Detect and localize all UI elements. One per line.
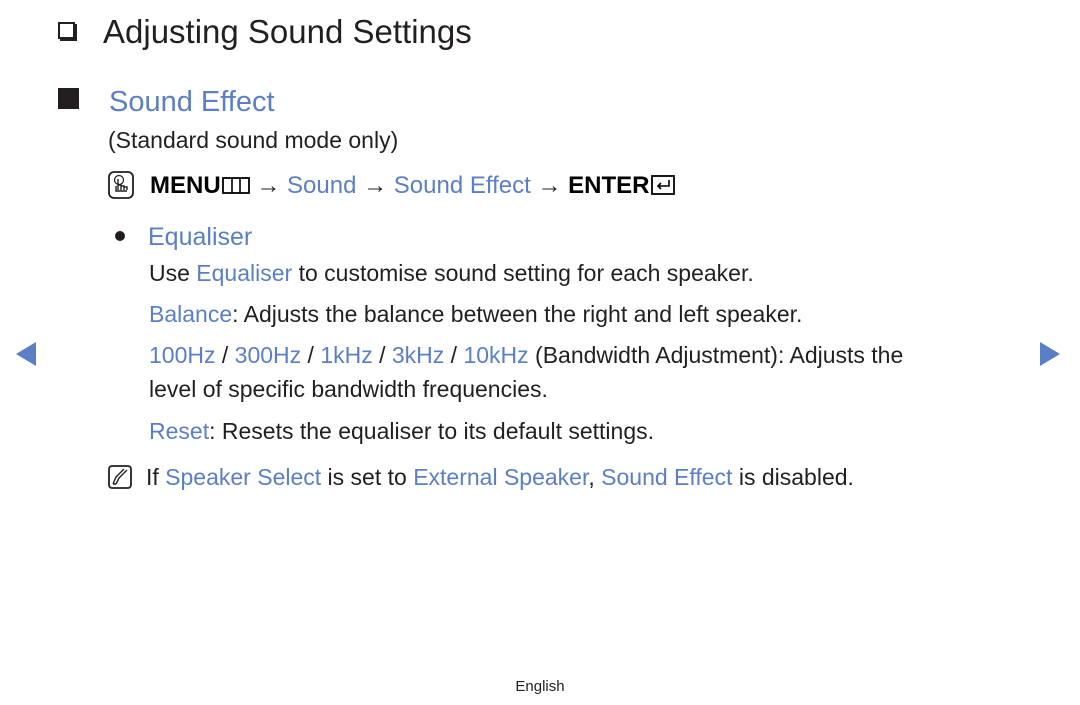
note: If Speaker Select is set to External Spe…: [108, 462, 854, 492]
bands-text-line2: level of specific bandwidth frequencies.: [149, 376, 548, 402]
bands-text: (Bandwidth Adjustment): Adjusts the: [528, 342, 904, 368]
band-300hz: 300Hz: [234, 342, 302, 368]
enter-return-icon: [651, 175, 676, 195]
checkbox-outline-icon: [58, 22, 75, 39]
text: Use: [149, 260, 197, 286]
balance-text: : Adjusts the balance between the right …: [232, 301, 803, 327]
equaliser-description: Use Equaliser to customise sound setting…: [149, 258, 754, 288]
band-100hz: 100Hz: [149, 342, 216, 368]
reset-text: : Resets the equaliser to its default se…: [209, 418, 654, 444]
menu-grid-icon: [221, 177, 250, 194]
section-title: Sound Effect: [109, 86, 275, 118]
reset-item: Reset: Resets the equaliser to its defau…: [149, 416, 654, 446]
menu-label: MENU: [150, 172, 221, 199]
section-subtitle: (Standard sound mode only): [108, 127, 399, 153]
arrow-separator: →: [256, 172, 281, 199]
arrow-separator: →: [537, 172, 562, 199]
note-pencil-icon: [108, 465, 132, 489]
menu-step-sound-effect: Sound Effect: [393, 172, 531, 199]
footer-language: English: [515, 678, 565, 695]
equaliser-link: Equaliser: [196, 260, 293, 286]
menu-path: MENU → Sound → Sound Effect → ENTER: [108, 170, 676, 202]
band-separator: /: [215, 342, 235, 368]
previous-page-arrow-icon[interactable]: [16, 342, 36, 366]
section-heading: Sound Effect: [58, 82, 275, 122]
external-speaker-link: External Speaker: [413, 464, 589, 490]
band-separator: /: [372, 342, 392, 368]
page-title: Adjusting Sound Settings: [103, 13, 472, 50]
menu-step-sound: Sound: [287, 172, 357, 199]
text: to customise sound setting for each spea…: [292, 260, 754, 286]
text: is disabled.: [732, 464, 854, 490]
next-page-arrow-icon[interactable]: [1040, 342, 1060, 366]
band-10khz: 10kHz: [463, 342, 529, 368]
band-separator: /: [444, 342, 464, 368]
bullet-icon: [115, 231, 125, 241]
speaker-select-link: Speaker Select: [165, 464, 322, 490]
equaliser-title: Equaliser: [148, 223, 253, 251]
balance-item: Balance: Adjusts the balance between the…: [149, 299, 802, 329]
band-3khz: 3kHz: [391, 342, 445, 368]
filled-square-icon: [58, 88, 79, 109]
remote-hand-icon: [108, 171, 134, 199]
arrow-separator: →: [363, 172, 388, 199]
bands-item: 100Hz / 300Hz / 1kHz / 3kHz / 10kHz (Ban…: [149, 340, 903, 370]
text: is set to: [321, 464, 414, 490]
equaliser-heading: Equaliser: [115, 221, 252, 253]
reset-label: Reset: [149, 418, 210, 444]
text: ,: [588, 464, 602, 490]
band-1khz: 1kHz: [320, 342, 373, 368]
text: If: [146, 464, 166, 490]
band-separator: /: [301, 342, 321, 368]
page-heading: Adjusting Sound Settings: [58, 10, 472, 54]
enter-label: ENTER: [568, 172, 650, 199]
sound-effect-link: Sound Effect: [601, 464, 733, 490]
balance-label: Balance: [149, 301, 233, 327]
